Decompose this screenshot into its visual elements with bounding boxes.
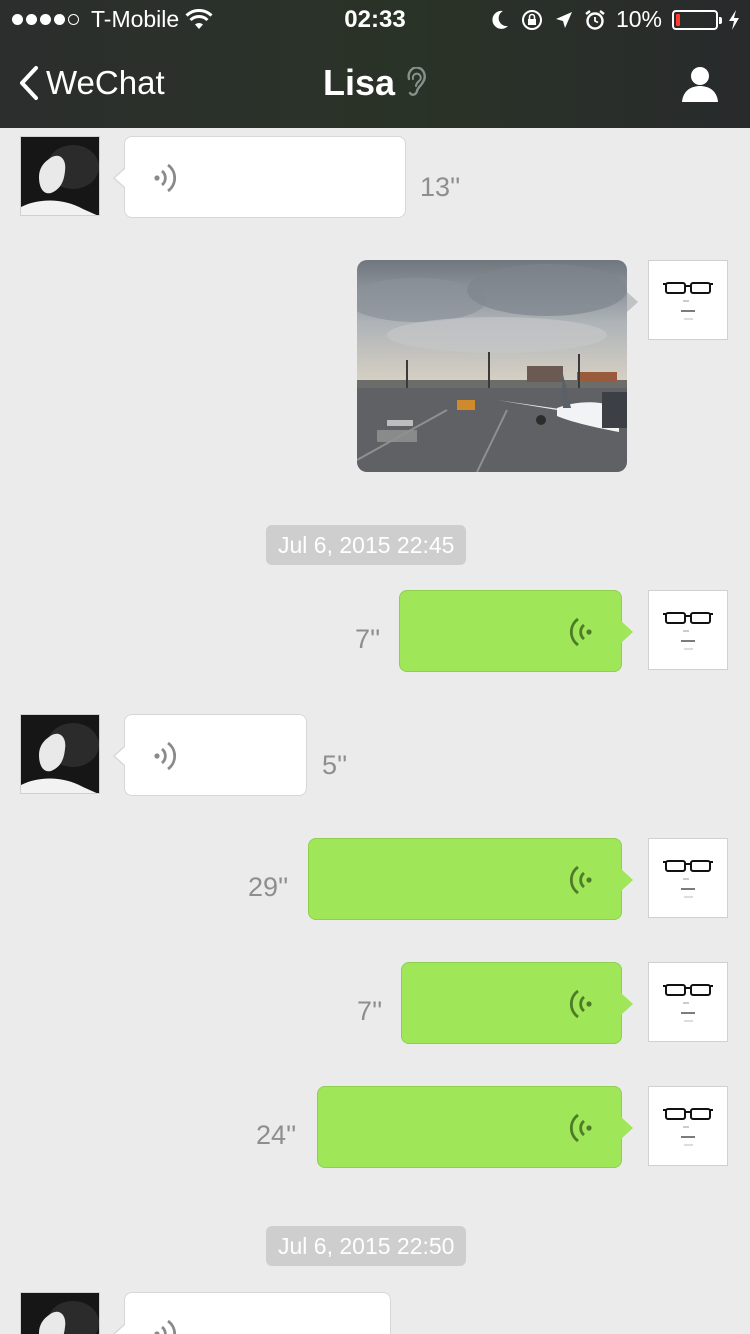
voice-message-bubble[interactable]	[401, 962, 633, 1044]
battery-percentage: 10%	[615, 6, 662, 32]
voice-duration: 13''	[420, 172, 461, 202]
image-message[interactable]	[357, 260, 627, 472]
contact-avatar[interactable]	[20, 1292, 100, 1334]
voice-duration: 29''	[248, 872, 289, 902]
voice-wave-icon	[569, 865, 592, 895]
rotation-lock-icon	[521, 9, 542, 30]
contact-avatar-image	[21, 1293, 99, 1334]
status-bar: T-Mobile 02:33 10%	[0, 0, 750, 40]
my-avatar[interactable]	[648, 260, 728, 340]
voice-duration: 24''	[256, 1120, 297, 1150]
battery-icon	[672, 9, 722, 30]
my-avatar[interactable]	[648, 1086, 728, 1166]
moon-icon	[492, 10, 508, 29]
voice-message-bubble[interactable]	[113, 136, 406, 218]
voice-duration: 7''	[357, 996, 383, 1026]
my-avatar[interactable]	[648, 962, 728, 1042]
my-avatar[interactable]	[648, 838, 728, 918]
my-avatar-image	[649, 591, 727, 669]
voice-wave-icon	[154, 163, 177, 193]
timestamp-divider: Jul 6, 2015 22:50	[266, 1226, 467, 1266]
image-bubble-tail	[627, 292, 638, 312]
chat-message-list[interactable]: 13'' Jul 6, 2015 22:45 7'' 5'' 29'' 7'' …	[0, 128, 750, 1334]
airport-photo	[357, 260, 627, 472]
my-avatar-image	[649, 839, 727, 917]
contact-avatar-image	[21, 715, 99, 793]
contact-avatar[interactable]	[20, 714, 100, 794]
voice-duration: 7''	[355, 624, 381, 654]
voice-wave-icon	[154, 741, 177, 771]
alarm-icon	[585, 9, 605, 30]
my-avatar-image	[649, 963, 727, 1041]
charging-bolt-icon	[729, 9, 739, 30]
voice-wave-icon	[569, 617, 592, 647]
timestamp-divider: Jul 6, 2015 22:45	[266, 525, 467, 565]
nav-title-container: Lisa	[0, 62, 750, 104]
chat-info-button[interactable]	[680, 64, 720, 104]
voice-message-bubble[interactable]	[399, 590, 633, 672]
voice-wave-icon	[569, 989, 592, 1019]
voice-message-bubble[interactable]	[113, 714, 307, 796]
person-icon	[682, 67, 718, 102]
my-avatar-image	[649, 1087, 727, 1165]
voice-wave-icon	[569, 1113, 592, 1143]
contact-avatar-image	[21, 137, 99, 215]
voice-message-bubble[interactable]	[317, 1086, 633, 1168]
chat-title: Lisa	[322, 62, 396, 103]
navigation-bar: WeChat Lisa	[0, 40, 750, 128]
status-right: 10%	[490, 6, 740, 33]
ear-icon	[407, 67, 426, 96]
contact-avatar[interactable]	[20, 136, 100, 216]
voice-message-bubble[interactable]	[113, 1292, 391, 1334]
my-avatar[interactable]	[648, 590, 728, 670]
voice-wave-icon	[154, 1319, 177, 1334]
voice-message-bubble[interactable]	[308, 838, 633, 920]
my-avatar-image	[649, 261, 727, 339]
top-bar: T-Mobile 02:33 10% WeChat Lisa	[0, 0, 750, 128]
voice-duration: 5''	[322, 750, 348, 780]
location-arrow-icon	[555, 11, 572, 28]
